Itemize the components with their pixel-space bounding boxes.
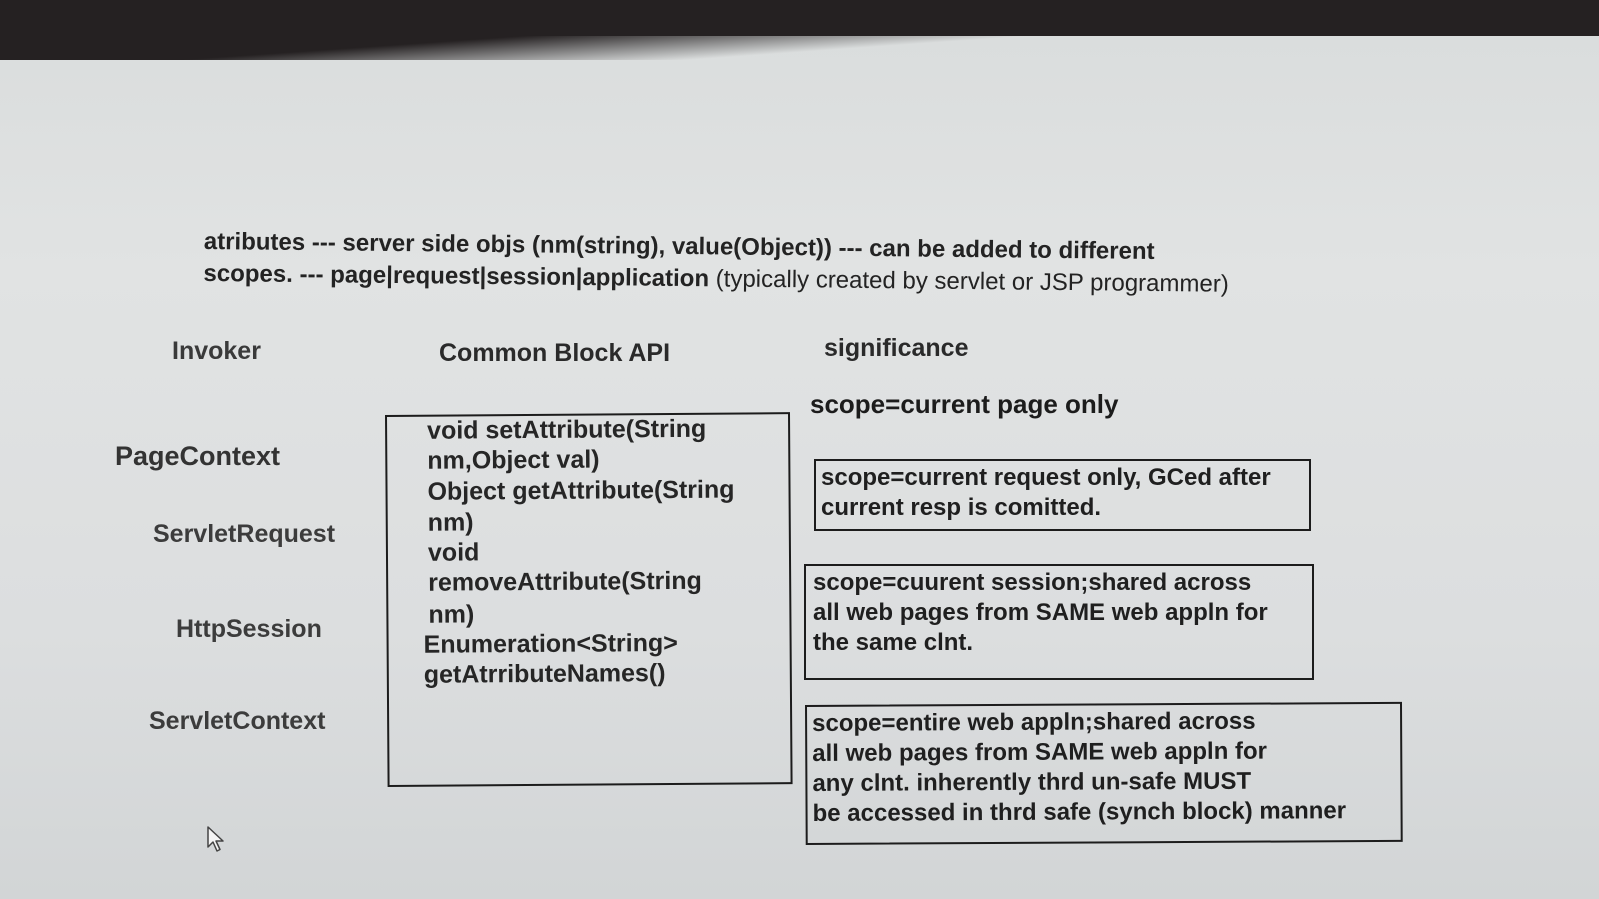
invoker-servlet-context: ServletContext	[149, 707, 326, 735]
api-line: nm)	[427, 508, 474, 537]
significance-line: all web pages from SAME web appln for	[813, 599, 1268, 626]
significance-line: any clnt. inherently thrd un-safe MUST	[812, 767, 1252, 797]
significance-line: the same clnt.	[813, 629, 974, 656]
significance-column-heading: significance	[824, 334, 969, 362]
invoker-servlet-request: ServletRequest	[153, 520, 336, 548]
mouse-pointer-icon	[207, 826, 224, 852]
invoker-column-heading: Invoker	[172, 337, 261, 365]
significance-line: scope=current request only, GCed after	[821, 464, 1271, 491]
significance-application-box: scope=entire web appln;shared across all…	[805, 701, 1403, 845]
invoker-page-context: PageContext	[115, 441, 281, 471]
api-line: Enumeration<String>	[423, 628, 678, 659]
intro-note: (typically created by servlet or JSP pro…	[715, 265, 1229, 298]
api-line: removeAttribute(String	[428, 566, 702, 597]
significance-line: be accessed in thrd safe (synch block) m…	[812, 797, 1347, 827]
significance-session-box: scope=cuurent session;shared across all …	[804, 564, 1314, 680]
significance-line: current resp is comitted.	[821, 494, 1102, 521]
api-column-heading: Common Block API	[439, 339, 671, 367]
slide: atributes --- server side objs (nm(strin…	[0, 0, 1599, 899]
api-line: void setAttribute(String	[427, 414, 707, 445]
significance-page: scope=current page only	[810, 389, 1119, 419]
api-line: void	[427, 538, 480, 567]
significance-line: scope=entire web appln;shared across	[812, 707, 1256, 737]
significance-request-box: scope=current request only, GCed after c…	[814, 459, 1311, 531]
api-line: getAtrributeNames()	[423, 659, 666, 689]
invoker-http-session: HttpSession	[176, 615, 322, 643]
significance-line: all web pages from SAME web appln for	[812, 737, 1268, 767]
api-box: void setAttribute(String nm,Object val) …	[385, 412, 793, 787]
intro-text: atributes --- server side objs (nm(strin…	[203, 226, 1344, 302]
intro-line-2-main: scopes. --- page|request|session|applica…	[203, 259, 710, 293]
api-line: Object getAttribute(String	[427, 475, 735, 506]
api-line: nm)	[428, 600, 475, 629]
api-line: nm,Object val)	[427, 445, 600, 475]
significance-line: scope=cuurent session;shared across	[813, 569, 1252, 596]
